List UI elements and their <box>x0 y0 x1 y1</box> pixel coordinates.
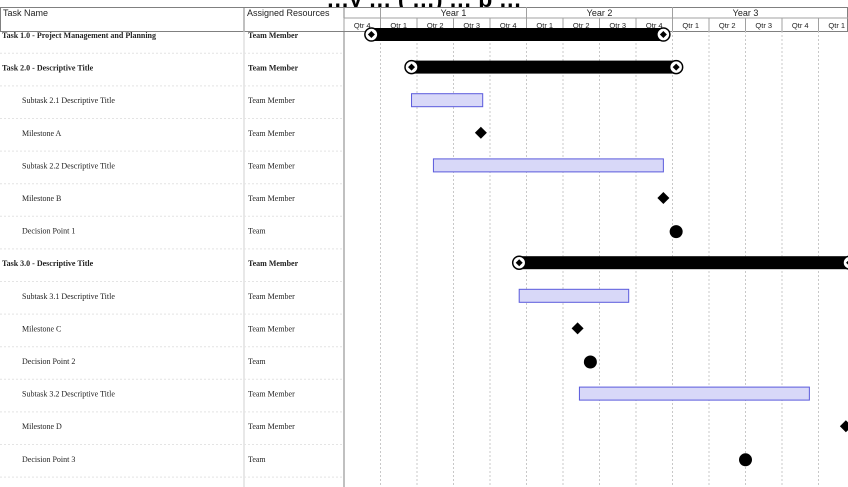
quarter-label: Qtr 4 <box>792 21 809 30</box>
quarter-label: Qtr 2 <box>719 21 736 30</box>
milestone-diamond[interactable] <box>839 420 848 433</box>
resource-cell: Team <box>248 227 266 236</box>
resource-cell: Team <box>248 357 266 366</box>
summary-bar[interactable] <box>411 60 677 74</box>
task-name-cell[interactable]: Subtask 2.2 Descriptive Title <box>22 161 115 170</box>
resource-cell: Team Member <box>248 64 299 73</box>
resource-cell: Team Member <box>248 422 295 431</box>
resource-cell: Team Member <box>248 161 295 170</box>
task-name-cell[interactable]: Decision Point 2 <box>22 357 75 366</box>
quarter-label: Qtr 1 <box>828 21 845 30</box>
task-bar[interactable] <box>432 158 664 173</box>
resource-cell: Team Member <box>248 324 295 333</box>
task-name-cell[interactable]: Decision Point 1 <box>22 227 75 236</box>
task-bar[interactable] <box>518 288 630 303</box>
task-name-cell[interactable]: Subtask 3.1 Descriptive Title <box>22 292 115 301</box>
milestone-diamond[interactable] <box>571 322 584 335</box>
gantt-page: …y … ( …) … p … Task NameAssigned Resour… <box>0 0 848 487</box>
quarter-label: Qtr 1 <box>682 21 699 30</box>
summary-bar[interactable] <box>371 28 664 41</box>
task-bar[interactable] <box>411 93 484 108</box>
resources-header: Assigned Resources <box>247 8 330 18</box>
quarter-label: Qtr 3 <box>755 21 772 30</box>
resource-cell: Team Member <box>248 292 295 301</box>
year-label: Year 2 <box>587 8 613 18</box>
resource-cell: Team Member <box>248 129 295 138</box>
task-name-cell[interactable]: Task 3.0 - Descriptive Title <box>2 259 94 268</box>
year-label: Year 3 <box>733 8 759 18</box>
year-label: Year 1 <box>441 8 467 18</box>
decision-point-circle[interactable] <box>739 453 752 467</box>
task-name-cell[interactable]: Milestone A <box>22 129 62 138</box>
task-name-cell[interactable]: Task 2.0 - Descriptive Title <box>2 64 94 73</box>
gantt-chart: Task Name Assigned Resources Year 1 Year 2 Y… <box>0 7 848 487</box>
task-name-cell[interactable]: Subtask 3.2 Descriptive Title <box>22 390 115 399</box>
resource-cell: Team <box>248 455 266 464</box>
resource-cell: Team Member <box>248 96 295 105</box>
task-name-cell[interactable]: Task 1.0 - Project Management and Planni… <box>2 31 156 40</box>
resource-cell: Team Member <box>248 31 299 40</box>
decision-point-circle[interactable] <box>583 355 597 369</box>
task-name-cell[interactable]: Milestone B <box>22 194 61 203</box>
summary-bar[interactable] <box>519 256 848 270</box>
task-name-cell[interactable]: Subtask 2.1 Descriptive Title <box>22 96 115 105</box>
task-name-cell[interactable]: Decision Point 3 <box>22 455 75 464</box>
milestone-diamond[interactable] <box>657 192 670 204</box>
milestone-diamond[interactable] <box>474 126 487 139</box>
resource-cell: Team Member <box>248 259 299 268</box>
decision-point-circle[interactable] <box>669 225 683 239</box>
task-name-header: Task Name <box>3 8 48 18</box>
task-name-cell[interactable]: Milestone C <box>22 324 61 333</box>
task-name-cell[interactable]: Milestone D <box>22 422 62 431</box>
resource-cell: Team Member <box>248 390 295 399</box>
task-bar[interactable] <box>578 386 810 401</box>
resource-cell: Team Member <box>248 194 295 203</box>
